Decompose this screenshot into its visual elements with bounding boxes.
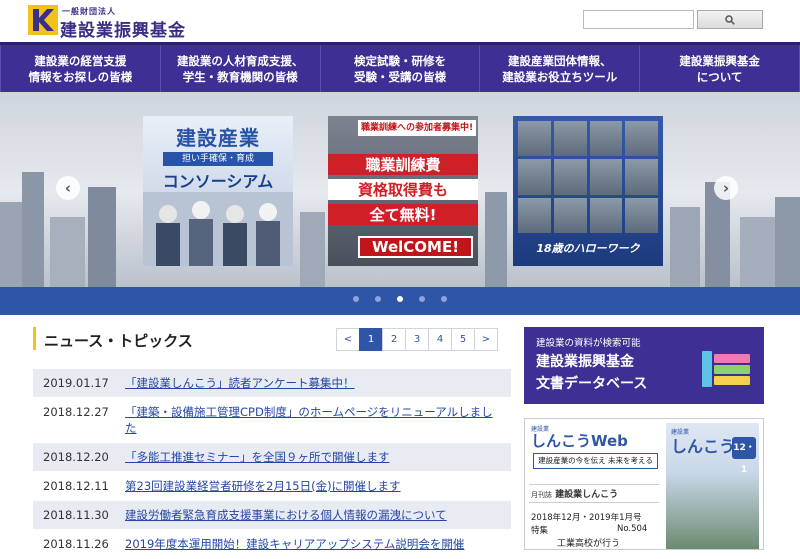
news-link[interactable]: 第23回建設業経営者研修を2月15日(金)に開催します <box>125 478 401 494</box>
mag-name-small: 月刊誌 <box>531 491 552 499</box>
news-date: 2018.12.27 <box>43 405 109 419</box>
news-link[interactable]: 「多能工推進セミナー」を全国９ヶ所で開催します <box>125 449 390 465</box>
news-heading-accent <box>33 327 36 350</box>
banner-main-text: コンソーシアム <box>162 172 274 191</box>
slider-dot-3[interactable] <box>397 296 403 302</box>
banner-line3: 全て無料! <box>328 204 478 225</box>
banner-tagline: 職業訓練への参加者募集中! <box>358 120 476 136</box>
mag-description: 建設産業の今を伝え 未来を考える <box>533 453 658 469</box>
db-banner-line1: 建設業振興基金 <box>536 354 634 370</box>
nav-item-industry-info[interactable]: 建設産業団体情報、 建設業お役立ちツール <box>480 45 641 92</box>
search-icon <box>725 14 735 25</box>
mag-issue: 2018年12月・2019年1月号 <box>531 513 642 523</box>
nav-line2: について <box>696 69 743 84</box>
banner-subtitle: 担い手確保・育成 <box>163 152 273 166</box>
page-next-button[interactable]: > <box>474 328 498 351</box>
news-item: 2018.12.27 「建築・設備施工管理CPD制度」のホームページをリニューア… <box>33 398 511 443</box>
slider-dot-4[interactable] <box>419 296 425 302</box>
db-banner-caption: 建設業の資料が検索可能 <box>536 338 641 349</box>
document-database-banner[interactable]: 建設業の資料が検索可能 建設業振興基金 文書データベース <box>524 327 764 404</box>
magazine-banner[interactable]: 建設業 しんこうWeb 建設産業の今を伝え 未来を考える 月刊誌 建設業しんこう… <box>524 418 764 550</box>
worker-photo-grid <box>518 121 658 233</box>
news-date: 2018.12.20 <box>43 450 109 464</box>
news-date: 2018.12.11 <box>43 479 109 493</box>
nav-item-exams-training[interactable]: 検定試験・研修を 受験・受講の皆様 <box>321 45 481 92</box>
search-input[interactable] <box>583 10 694 29</box>
mag-name: 建設業しんこう <box>555 490 619 500</box>
nav-item-about[interactable]: 建設業振興基金 について <box>640 45 800 92</box>
news-item: 2018.11.26 2019年度本運用開始！建設キャリアアップシステム説明会を… <box>33 530 511 559</box>
cover-date-badge: 12・1 <box>732 437 756 475</box>
nav-line2: 情報をお探しの皆様 <box>28 69 133 84</box>
logo-name[interactable]: 建設業振興基金 <box>60 16 186 41</box>
page-prev-button[interactable]: < <box>336 328 360 351</box>
slider-dots <box>0 296 800 302</box>
news-heading: ニュース・トピックス <box>44 332 193 350</box>
mag-name-row: 月刊誌 建設業しんこう <box>529 484 659 503</box>
page-button-1[interactable]: 1 <box>359 328 383 351</box>
news-link[interactable]: 建設労働者緊急育成支援事業における個人情報の漏洩について <box>125 507 447 523</box>
books-icon <box>702 351 750 387</box>
mag-web-title: しんこうWeb <box>531 432 628 450</box>
search-button[interactable] <box>697 10 763 29</box>
banner-label: 18歳のハローワーク <box>536 242 640 255</box>
news-item: 2018.11.30 建設労働者緊急育成支援事業における個人情報の漏洩について <box>33 501 511 530</box>
nav-line1: 建設業の経営支援 <box>34 53 127 68</box>
page-button-4[interactable]: 4 <box>428 328 452 351</box>
page-button-3[interactable]: 3 <box>405 328 429 351</box>
news-link[interactable]: 「建設業しんこう」読者アンケート募集中！ <box>125 375 355 391</box>
workers-photo <box>143 192 293 266</box>
magazine-cover: 建設業 しんこう 12・1 <box>666 423 759 549</box>
news-date: 2018.11.30 <box>43 508 109 522</box>
page-button-5[interactable]: 5 <box>451 328 475 351</box>
nav-line1: 建設産業団体情報、 <box>508 53 612 68</box>
nav-line1: 建設業振興基金 <box>679 53 760 68</box>
nav-item-hr-development[interactable]: 建設業の人材育成支援、 学生・教育機関の皆様 <box>161 45 321 92</box>
banner-line2: 資格取得費も <box>328 179 478 200</box>
main-nav: 建設業の経営支援 情報をお探しの皆様 建設業の人材育成支援、 学生・教育機関の皆… <box>0 42 800 92</box>
cover-title: しんこう <box>671 437 736 456</box>
slider-next-button[interactable]: › <box>714 176 738 200</box>
logo-icon[interactable] <box>28 5 58 35</box>
page-button-2[interactable]: 2 <box>382 328 406 351</box>
news-list: 2019.01.17 「建設業しんこう」読者アンケート募集中！ 2018.12.… <box>33 369 511 559</box>
nav-item-management-support[interactable]: 建設業の経営支援 情報をお探しの皆様 <box>0 45 161 92</box>
news-item: 2018.12.11 第23回建設業経営者研修を2月15日(金)に開催します <box>33 472 511 501</box>
news-item: 2018.12.20 「多能工推進セミナー」を全国９ヶ所で開催します <box>33 443 511 472</box>
nav-line1: 建設業の人材育成支援、 <box>176 53 304 68</box>
news-link[interactable]: 「建築・設備施工管理CPD制度」のホームページをリニューアルしました <box>125 404 501 436</box>
site-header: 一般財団法人 建設業振興基金 <box>0 0 800 42</box>
chevron-left-icon: ‹ <box>64 179 72 197</box>
banner-hello-work[interactable]: 18歳のハローワーク <box>513 116 663 266</box>
nav-line2: 学生・教育機関の皆様 <box>182 69 298 84</box>
db-banner-line2: 文書データベース <box>536 376 648 392</box>
nav-line2: 受験・受講の皆様 <box>353 69 446 84</box>
banner-vocational-training[interactable]: 職業訓練への参加者募集中! 職業訓練費 資格取得費も 全て無料! WelCOME… <box>328 116 478 266</box>
chevron-right-icon: › <box>722 179 730 197</box>
mag-number: No.504 <box>617 524 648 534</box>
banner-title: 建設産業 <box>176 126 260 150</box>
slider-prev-button[interactable]: ‹ <box>56 176 80 200</box>
banner-consortium[interactable]: 建設産業 担い手確保・育成 コンソーシアム <box>143 116 293 266</box>
banner-welcome: WelCOME! <box>358 236 473 258</box>
slider-dot-5[interactable] <box>441 296 447 302</box>
hero-slider: 建設産業 担い手確保・育成 コンソーシアム 職業訓練への参加者募集中! 職業訓練… <box>0 92 800 315</box>
nav-line2: 建設業お役立ちツール <box>502 69 618 84</box>
slider-dot-2[interactable] <box>375 296 381 302</box>
mag-feature-label: 特集 <box>531 526 549 536</box>
slider-dot-1[interactable] <box>353 296 359 302</box>
news-item: 2019.01.17 「建設業しんこう」読者アンケート募集中！ <box>33 369 511 398</box>
nav-line1: 検定試験・研修を <box>353 53 446 68</box>
news-pagination: < 1 2 3 4 5 > <box>336 328 498 351</box>
banner-line1: 職業訓練費 <box>328 154 478 175</box>
mag-headline: 工業高校が行う <box>557 539 621 549</box>
news-date: 2019.01.17 <box>43 376 109 390</box>
